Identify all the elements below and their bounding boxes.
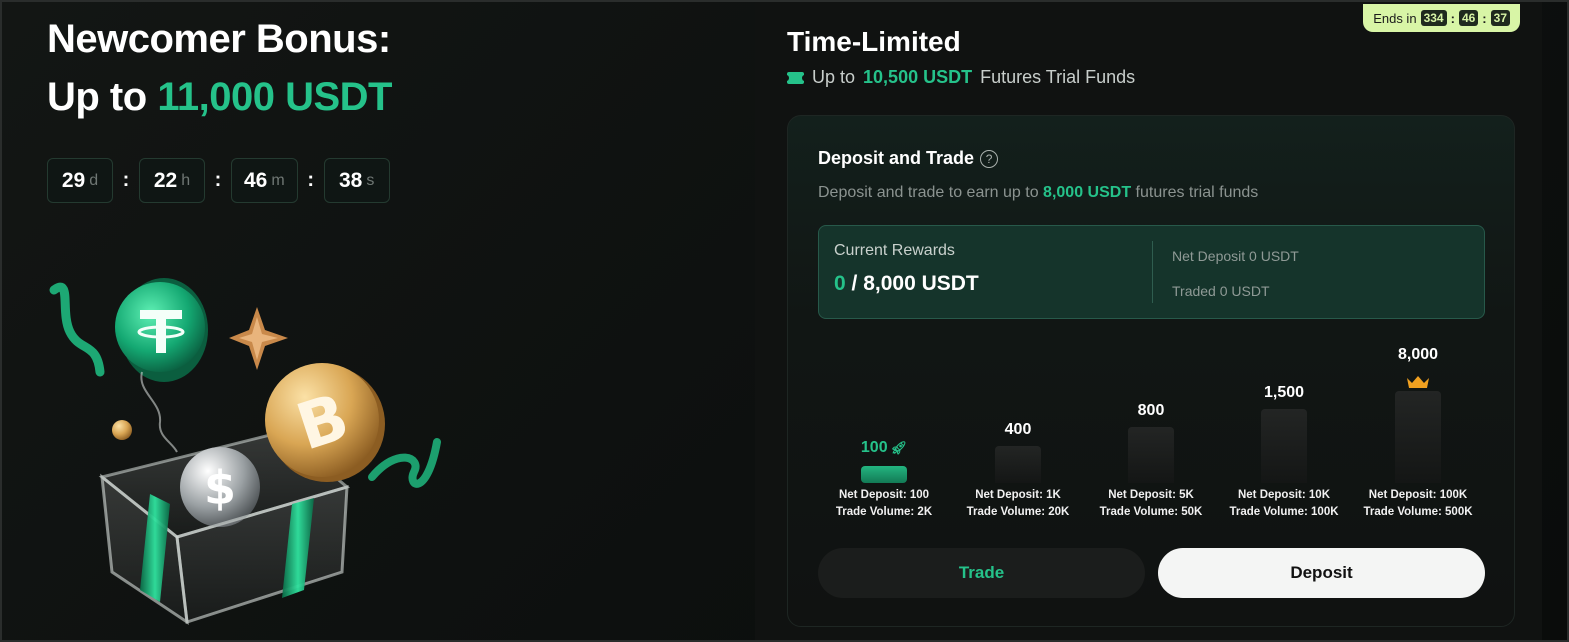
card-title-text: Deposit and Trade <box>818 148 975 168</box>
panel-subtitle-amount: 10,500 USDT <box>863 67 973 87</box>
reward-tiers: 100 🚀︎ Net Deposit: 100 Trade Volume: 2K … <box>818 341 1485 526</box>
countdown: 29 d : 22 h : 46 m : 38 s <box>47 158 390 203</box>
tier-item: 1,500 Net Deposit: 10K Trade Volume: 100… <box>1224 341 1344 526</box>
hero-title-amount: 11,000 USDT <box>157 75 392 119</box>
rewards-divider <box>1152 241 1153 303</box>
card-description-amount: 8,000 USDT <box>1043 184 1132 201</box>
current-rewards-box: Current Rewards 0 / 8,000 USDT Net Depos… <box>818 225 1485 319</box>
tier-amount: 1,500 <box>1263 384 1305 401</box>
ends-in-label: Ends in <box>1373 10 1417 26</box>
ends-in-separator: : <box>1482 10 1487 26</box>
tier-bar <box>995 446 1041 483</box>
tier-deposit: Net Deposit: 100K <box>1368 489 1468 501</box>
ends-in-hours: 334 <box>1420 10 1447 26</box>
countdown-separator: : <box>214 169 222 191</box>
card-description-suffix: futures trial funds <box>1135 184 1259 201</box>
page-frame: Newcomer Bonus: Up to 11,000 USDT 29 d :… <box>0 0 1569 642</box>
tier-amount: 800 <box>1137 402 1165 419</box>
deposit-button[interactable]: Deposit <box>1158 548 1485 598</box>
countdown-separator: : <box>307 169 315 191</box>
current-rewards-value: 0 / 8,000 USDT <box>834 272 979 296</box>
ends-in-seconds: 37 <box>1490 10 1510 26</box>
tier-deposit: Net Deposit: 1K <box>975 489 1061 501</box>
traded-status: Traded 0 USDT <box>1172 283 1270 299</box>
tier-bar <box>861 466 907 483</box>
ticket-icon <box>784 71 807 84</box>
countdown-days: 29 d <box>47 158 113 203</box>
ends-in-minutes: 46 <box>1458 10 1479 26</box>
countdown-seconds-value: 38 <box>339 168 363 192</box>
countdown-days-value: 29 <box>61 168 86 192</box>
tier-deposit: Net Deposit: 10K <box>1237 489 1331 501</box>
panel-title: Time-Limited <box>787 26 961 57</box>
current-rewards-earned: 0 <box>834 272 846 295</box>
countdown-minutes-unit: m <box>271 171 285 189</box>
gift-box-illustration: B $ <box>49 278 441 626</box>
tier-volume: Trade Volume: 100K <box>1229 506 1339 518</box>
svg-text:$: $ <box>204 461 236 515</box>
countdown-seconds-unit: s <box>366 171 375 189</box>
hero-title-prefix: Up to <box>47 75 147 119</box>
countdown-hours-value: 22 <box>153 168 178 192</box>
rocket-icon: 🚀︎ <box>890 440 908 455</box>
net-deposit-status: Net Deposit 0 USDT <box>1172 248 1299 264</box>
tier-amount-value: 100 <box>860 439 888 456</box>
tier-item: 400 Net Deposit: 1K Trade Volume: 20K <box>958 341 1078 526</box>
tier-volume: Trade Volume: 2K <box>835 506 933 518</box>
countdown-hours-unit: h <box>181 171 191 189</box>
deposit-trade-card: Deposit and Trade ? Deposit and trade to… <box>787 115 1515 627</box>
panel-subtitle-suffix: Futures Trial Funds <box>980 67 1136 87</box>
ends-in-separator: : <box>1450 10 1455 26</box>
tier-bar <box>1395 391 1441 483</box>
tier-volume: Trade Volume: 50K <box>1099 506 1203 518</box>
countdown-separator: : <box>122 169 130 191</box>
tier-amount: 8,000 <box>1397 346 1439 363</box>
countdown-days-unit: d <box>89 171 99 189</box>
card-description: Deposit and trade to earn up to 8,000 US… <box>818 184 1258 202</box>
trade-button[interactable]: Trade <box>818 548 1145 598</box>
tier-bar <box>1128 427 1174 483</box>
help-icon[interactable]: ? <box>980 149 999 168</box>
tier-volume: Trade Volume: 20K <box>966 506 1070 518</box>
crown-icon <box>1407 376 1429 388</box>
card-description-prefix: Deposit and trade to earn up to <box>818 184 1039 201</box>
ends-in-badge: Ends in 334: 46: 37 <box>1363 4 1520 32</box>
promo-panel: Ends in 334: 46: 37 Time-Limited Up to 1… <box>755 2 1542 640</box>
tier-deposit: Net Deposit: 5K <box>1108 489 1194 501</box>
tier-bar <box>1261 409 1307 483</box>
tier-item: 800 Net Deposit: 5K Trade Volume: 50K <box>1091 341 1211 526</box>
tier-item: 8,000 Net Deposit: 100K Trade Volume: 50… <box>1358 341 1478 526</box>
current-rewards-label: Current Rewards <box>834 242 955 259</box>
tier-volume: Trade Volume: 500K <box>1363 506 1473 518</box>
current-rewards-total: / 8,000 USDT <box>851 272 979 295</box>
tier-amount: 100 🚀︎ <box>824 439 944 457</box>
card-title: Deposit and Trade ? <box>818 148 999 169</box>
panel-subtitle-prefix: Up to <box>812 67 856 87</box>
panel-subtitle: Up to 10,500 USDT Futures Trial Funds <box>784 67 1136 88</box>
countdown-minutes: 46 m <box>231 158 298 203</box>
countdown-minutes-value: 46 <box>244 168 268 192</box>
tier-amount: 400 <box>1004 421 1032 438</box>
hero-title-line1: Newcomer Bonus: <box>47 17 391 61</box>
hero-title: Newcomer Bonus: Up to 11,000 USDT <box>47 10 392 126</box>
countdown-hours: 22 h <box>139 158 205 203</box>
tier-deposit: Net Deposit: 100 <box>838 489 930 501</box>
countdown-seconds: 38 s <box>323 158 390 203</box>
tier-item: 100 🚀︎ Net Deposit: 100 Trade Volume: 2K <box>824 341 944 526</box>
hero-title-line2: Up to 11,000 USDT <box>47 68 392 126</box>
